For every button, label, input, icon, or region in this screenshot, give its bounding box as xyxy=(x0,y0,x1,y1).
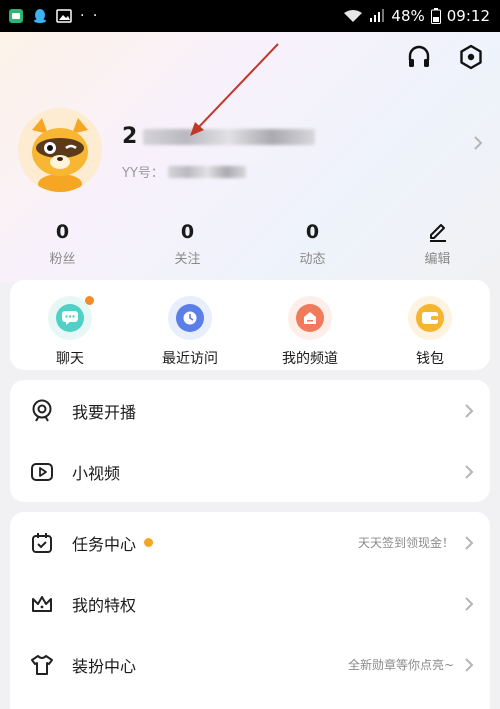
chat-icon xyxy=(62,311,78,325)
row-privileges[interactable]: 我的特权 xyxy=(10,573,490,634)
video-icon xyxy=(31,462,53,481)
avatar[interactable] xyxy=(18,108,102,192)
stat-fans[interactable]: 0 粉丝 xyxy=(0,220,125,270)
tshirt-icon xyxy=(31,654,53,675)
chevron-right-icon xyxy=(465,403,474,418)
following-count: 0 xyxy=(180,221,195,243)
raccoon-avatar-icon xyxy=(18,108,102,192)
stat-following[interactable]: 0 关注 xyxy=(125,220,250,270)
stat-posts[interactable]: 0 动态 xyxy=(250,220,375,270)
task-notification-dot xyxy=(144,538,154,547)
posts-count: 0 xyxy=(305,221,320,243)
blurred-username xyxy=(143,128,316,145)
blurred-yy-id xyxy=(167,165,246,178)
quick-recent-label: 最近访问 xyxy=(162,351,218,367)
clock-time: 09:12 xyxy=(446,7,490,25)
quick-chat[interactable]: 聊天 xyxy=(10,280,130,370)
status-bar: · · 48% 09:12 xyxy=(0,0,500,32)
row-go-live[interactable]: 我要开播 xyxy=(10,380,490,441)
stats-row: 0 粉丝 0 关注 0 动态 编辑 xyxy=(0,220,500,270)
calendar-icon xyxy=(32,532,52,553)
quick-access-card: 聊天 最近访问 我的频道 钱包 xyxy=(10,280,490,370)
quick-chat-label: 聊天 xyxy=(56,351,84,367)
row-task-center[interactable]: 任务中心 天天签到领现金！ xyxy=(10,512,490,573)
wallet-icon xyxy=(422,312,438,324)
more-notifications: · · xyxy=(80,8,100,24)
battery-percent: 48% xyxy=(391,7,425,25)
fans-label: 粉丝 xyxy=(49,252,76,267)
fans-count: 0 xyxy=(55,221,70,243)
privileges-label: 我的特权 xyxy=(72,595,137,615)
chevron-right-icon xyxy=(465,464,474,479)
headset-icon[interactable] xyxy=(406,44,432,70)
task-center-hint: 天天签到领现金！ xyxy=(357,536,454,550)
quick-wallet-label: 钱包 xyxy=(416,351,444,367)
task-card: 任务中心 天天签到领现金！ 我的特权 装扮中心 全新勋章等你点亮~ xyxy=(10,512,490,709)
go-live-label: 我要开播 xyxy=(72,402,137,422)
edit-profile-button[interactable]: 编辑 xyxy=(375,220,500,270)
username[interactable]: 2 xyxy=(122,124,316,149)
following-label: 关注 xyxy=(174,252,201,267)
chevron-right-icon xyxy=(465,657,474,672)
gallery-icon xyxy=(56,9,72,23)
settings-icon[interactable] xyxy=(458,44,484,70)
username-prefix: 2 xyxy=(122,124,138,149)
row-short-video[interactable]: 小视频 xyxy=(10,441,490,502)
chevron-right-icon xyxy=(465,596,474,611)
posts-label: 动态 xyxy=(299,252,326,267)
chevron-right-icon xyxy=(465,535,474,550)
dress-up-hint: 全新勋章等你点亮~ xyxy=(347,658,454,672)
profile-chevron-icon[interactable] xyxy=(472,134,484,152)
dress-up-label: 装扮中心 xyxy=(72,656,137,676)
qq-icon xyxy=(34,9,46,23)
battery-icon xyxy=(430,8,441,24)
yy-id: YY号： xyxy=(122,162,246,181)
quick-channel[interactable]: 我的频道 xyxy=(250,280,370,370)
live-broadcast-icon xyxy=(32,399,52,422)
signal-icon xyxy=(370,9,385,22)
live-card: 我要开播 小视频 xyxy=(10,380,490,502)
task-center-label: 任务中心 xyxy=(72,534,137,554)
quick-wallet[interactable]: 钱包 xyxy=(370,280,490,370)
quick-recent[interactable]: 最近访问 xyxy=(130,280,250,370)
wifi-icon xyxy=(344,10,363,22)
app-notification-icon xyxy=(9,9,23,23)
yy-id-label: YY号： xyxy=(122,166,164,181)
quick-channel-label: 我的频道 xyxy=(282,351,338,367)
chat-unread-dot xyxy=(85,296,94,305)
channel-icon xyxy=(304,312,316,324)
row-dress-up[interactable]: 装扮中心 全新勋章等你点亮~ xyxy=(10,634,490,695)
crown-icon xyxy=(32,595,52,612)
short-video-label: 小视频 xyxy=(72,463,121,483)
edit-label: 编辑 xyxy=(424,252,451,267)
pencil-icon xyxy=(429,224,446,242)
clock-icon xyxy=(183,311,197,325)
